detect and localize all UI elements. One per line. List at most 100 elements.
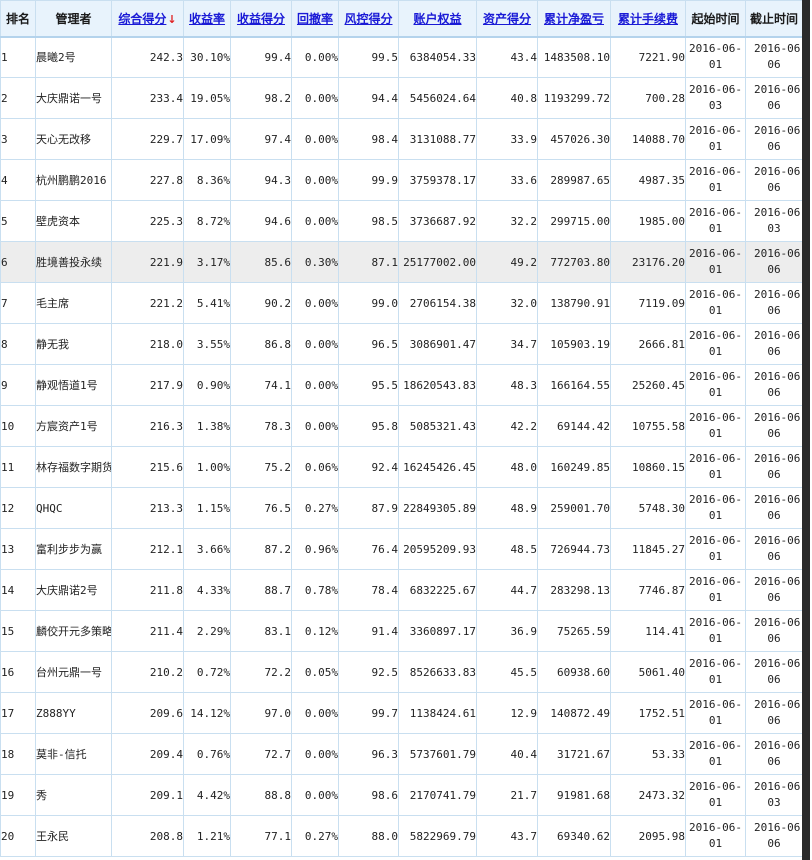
cell-total-score: 209.1 [111, 774, 184, 816]
date-line-2: 01 [708, 673, 723, 686]
header-risk-score[interactable]: 风控得分 [338, 0, 399, 38]
table-row[interactable]: 16 台州元鼎一号 210.2 0.72% 72.2 0.05% 92.5 8526633.8… [0, 651, 803, 693]
header-end-time: 截止时间 [745, 0, 803, 38]
cell-start-time: 2016-06- 01 [685, 774, 746, 816]
date-line-2: 01 [708, 345, 723, 358]
table-row[interactable]: 18 莫非-信托 209.4 0.76% 72.7 0.00% 96.3 5737601.79… [0, 733, 803, 775]
table-row[interactable]: 1 晨曦2号 242.3 30.10% 99.4 0.00% 99.5 6384054.33 4… [0, 36, 803, 78]
cell-end-time: 2016-06- 06 [745, 651, 803, 693]
cell-equity: 3736687.92 [398, 200, 477, 242]
cell-risk-score: 98.6 [338, 774, 399, 816]
table-row[interactable]: 17 Z888YY 209.6 14.12% 97.0 0.00% 99.7 1138424.… [0, 692, 803, 734]
cell-asset-score: 32.2 [476, 200, 538, 242]
cell-rank: 15 [0, 610, 36, 652]
header-return-rate[interactable]: 收益率 [183, 0, 231, 38]
cell-risk-score: 76.4 [338, 528, 399, 570]
cell-rank: 1 [0, 36, 36, 78]
date-line-2: 06 [767, 345, 781, 358]
header-cum-pnl[interactable]: 累计净盈亏 [537, 0, 611, 38]
cell-risk-score: 99.5 [338, 36, 399, 78]
cell-cum-pnl: 283298.13 [537, 569, 611, 611]
cell-asset-score: 33.9 [476, 118, 538, 160]
cell-equity: 1138424.61 [398, 692, 477, 734]
cell-total-score: 213.3 [111, 487, 184, 529]
cell-asset-score: 42.2 [476, 405, 538, 447]
table-row[interactable]: 10 方宸资产1号 216.3 1.38% 78.3 0.00% 95.8 5085321.4… [0, 405, 803, 447]
table-row[interactable]: 5 壁虎资本 225.3 8.72% 94.6 0.00% 98.5 3736687.92 32… [0, 200, 803, 242]
date-line-1: 2016-06- [754, 698, 803, 711]
cell-start-time: 2016-06- 01 [685, 118, 746, 160]
header-return-score[interactable]: 收益得分 [230, 0, 292, 38]
cell-drawdown: 0.06% [291, 446, 339, 488]
table-row[interactable]: 8 静无我 218.0 3.55% 86.8 0.00% 96.5 3086901.47 34.… [0, 323, 803, 365]
cell-rank: 5 [0, 200, 36, 242]
table-row[interactable]: 2 大庆鼎诺一号 233.4 19.05% 98.2 0.00% 94.4 5456024.6… [0, 77, 803, 119]
cell-cum-pnl: 160249.85 [537, 446, 611, 488]
cell-return-score: 83.1 [230, 610, 292, 652]
table-row[interactable]: 12 QHQC 213.3 1.15% 76.5 0.27% 87.9 22849305.89… [0, 487, 803, 529]
cell-drawdown: 0.00% [291, 733, 339, 775]
cell-equity: 6832225.67 [398, 569, 477, 611]
header-drawdown[interactable]: 回撤率 [291, 0, 339, 38]
cell-return-score: 74.1 [230, 364, 292, 406]
header-total-score[interactable]: 综合得分↓ [111, 0, 184, 38]
date-line-1: 2016-06- [754, 83, 803, 96]
date-line-1: 2016-06- [689, 452, 742, 465]
table-row[interactable]: 19 秀 209.1 4.42% 88.8 0.00% 98.6 2170741.79 21.7… [0, 774, 803, 816]
date-line-2: 01 [708, 755, 723, 768]
header-asset-score[interactable]: 资产得分 [476, 0, 538, 38]
date-line-2: 06 [767, 181, 781, 194]
table-row[interactable]: 14 大庆鼎诺2号 211.8 4.33% 88.7 0.78% 78.4 6832225.6… [0, 569, 803, 611]
cell-equity: 25177002.00 [398, 241, 477, 283]
cell-return-rate: 0.72% [183, 651, 231, 693]
date-line-1: 2016-06- [689, 780, 742, 793]
cell-cum-fee: 4987.35 [610, 159, 686, 201]
table-row[interactable]: 3 天心无改移 229.7 17.09% 97.4 0.00% 98.4 3131088.77… [0, 118, 803, 160]
date-line-1: 2016-06- [689, 821, 742, 834]
cell-rank: 19 [0, 774, 36, 816]
cell-end-time: 2016-06- 06 [745, 118, 803, 160]
cell-risk-score: 96.3 [338, 733, 399, 775]
table-row[interactable]: 11 林存福数字期货 215.6 1.00% 75.2 0.06% 92.4 16245426… [0, 446, 803, 488]
cell-return-score: 88.7 [230, 569, 292, 611]
header-cum-fee[interactable]: 累计手续费 [610, 0, 686, 38]
cell-asset-score: 48.3 [476, 364, 538, 406]
cell-end-time: 2016-06- 06 [745, 446, 803, 488]
table-row[interactable]: 20 王永民 208.8 1.21% 77.1 0.27% 88.0 5822969.79 43… [0, 815, 803, 857]
cell-risk-score: 96.5 [338, 323, 399, 365]
date-line-1: 2016-06- [689, 42, 742, 56]
cell-start-time: 2016-06- 01 [685, 36, 746, 78]
header-rank: 排名 [0, 0, 36, 38]
date-line-1: 2016-06- [754, 247, 803, 260]
cell-start-time: 2016-06- 01 [685, 159, 746, 201]
cell-cum-pnl: 69144.42 [537, 405, 611, 447]
header-equity[interactable]: 账户权益 [398, 0, 477, 38]
table-row[interactable]: 4 杭州鹏鹏2016 227.8 8.36% 94.3 0.00% 99.9 3759378.… [0, 159, 803, 201]
cell-manager: 杭州鹏鹏2016 [35, 159, 112, 201]
date-line-2: 06 [767, 673, 781, 686]
date-line-2: 01 [708, 468, 723, 481]
cell-equity: 5456024.64 [398, 77, 477, 119]
date-line-1: 2016-06- [754, 370, 803, 383]
table-row[interactable]: 6 胜境善投永续 221.9 3.17% 85.6 0.30% 87.1 25177002.0… [0, 241, 803, 283]
table-row[interactable]: 9 静观悟道1号 217.9 0.90% 74.1 0.00% 95.5 18620543.8… [0, 364, 803, 406]
cell-return-rate: 1.38% [183, 405, 231, 447]
cell-start-time: 2016-06- 01 [685, 733, 746, 775]
cell-cum-fee: 1752.51 [610, 692, 686, 734]
table-row[interactable]: 13 富利步步为赢 212.1 3.66% 87.2 0.96% 76.4 20595209.… [0, 528, 803, 570]
window-edge [802, 0, 810, 860]
cell-total-score: 225.3 [111, 200, 184, 242]
cell-return-rate: 4.33% [183, 569, 231, 611]
table-row[interactable]: 15 麟佼开元多策略 211.4 2.29% 83.1 0.12% 91.4 3360897.… [0, 610, 803, 652]
cell-drawdown: 0.00% [291, 200, 339, 242]
cell-return-score: 94.6 [230, 200, 292, 242]
cell-start-time: 2016-06- 01 [685, 364, 746, 406]
cell-manager: 壁虎资本 [35, 200, 112, 242]
table-row[interactable]: 7 毛主席 221.2 5.41% 90.2 0.00% 99.0 2706154.38 32.… [0, 282, 803, 324]
cell-cum-pnl: 60938.60 [537, 651, 611, 693]
cell-cum-fee: 2095.98 [610, 815, 686, 857]
date-line-2: 01 [708, 58, 723, 72]
cell-rank: 12 [0, 487, 36, 529]
cell-rank: 3 [0, 118, 36, 160]
cell-drawdown: 0.00% [291, 77, 339, 119]
